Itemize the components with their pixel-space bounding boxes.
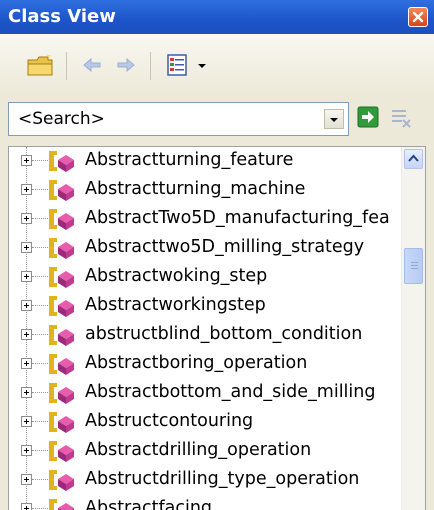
tree-item[interactable]: Abstractturning_machine xyxy=(9,176,401,205)
tree-item-label: Abstracttwo5D_milling_strategy xyxy=(85,237,365,257)
namespace-icon xyxy=(49,470,74,491)
clear-search-button[interactable] xyxy=(389,106,413,130)
tree-item[interactable]: Abstractboring_operation xyxy=(9,350,401,379)
expand-icon[interactable] xyxy=(21,358,32,369)
tree-item-label: Abstractturning_machine xyxy=(85,179,306,199)
tree-item-label: Abstractboring_operation xyxy=(85,353,308,373)
expand-icon[interactable] xyxy=(21,300,32,311)
tree-connector xyxy=(32,160,48,161)
namespace-icon xyxy=(49,499,74,510)
tree-connector xyxy=(32,189,48,190)
tree-connector xyxy=(32,247,48,248)
tree-connector xyxy=(32,305,48,306)
tree-item-label: Abstractfacing xyxy=(85,498,213,510)
grip-line xyxy=(411,265,418,266)
namespace-icon xyxy=(49,354,74,375)
expand-icon[interactable] xyxy=(21,474,32,485)
toolbar xyxy=(0,34,434,96)
tree-connector xyxy=(32,363,48,364)
expand-icon[interactable] xyxy=(21,416,32,427)
tree-connector xyxy=(32,334,48,335)
clear-search-icon xyxy=(392,110,411,128)
dropdown-arrow-icon xyxy=(198,64,206,68)
search-input[interactable]: <Search> xyxy=(8,102,349,136)
expand-icon[interactable] xyxy=(21,242,32,253)
tree-item[interactable]: Abstracttwo5D_milling_strategy xyxy=(9,234,401,263)
expand-icon[interactable] xyxy=(21,271,32,282)
tree-item-label: AbstractTwo5D_manufacturing_fea xyxy=(85,208,390,228)
class-view-settings-icon xyxy=(167,54,187,76)
tree-item[interactable]: Abstractdrilling_operation xyxy=(9,437,401,466)
expand-icon[interactable] xyxy=(21,184,32,195)
tree-item-label: Abstractwoking_step xyxy=(85,266,268,286)
tree-item-label: Abstractdrilling_operation xyxy=(85,440,312,460)
grip-line xyxy=(411,268,418,269)
expand-icon[interactable] xyxy=(21,329,32,340)
tree-item[interactable]: Abstractworkingstep xyxy=(9,292,401,321)
expand-icon[interactable] xyxy=(21,155,32,166)
go-arrow-icon xyxy=(357,106,379,128)
tree-connector xyxy=(32,392,48,393)
chevron-up-icon xyxy=(408,154,419,162)
back-arrow-icon xyxy=(83,57,101,73)
class-view-settings-button[interactable] xyxy=(164,52,210,80)
namespace-icon xyxy=(49,412,74,433)
namespace-icon xyxy=(49,180,74,201)
expand-icon[interactable] xyxy=(21,503,32,510)
search-dropdown-button[interactable] xyxy=(324,109,344,129)
namespace-icon xyxy=(49,238,74,259)
expand-icon[interactable] xyxy=(21,387,32,398)
tree-item-label: abstructblind_bottom_condition xyxy=(85,324,363,344)
window-title: Class View xyxy=(8,6,116,27)
tree-item[interactable]: Abstractbottom_and_side_milling xyxy=(9,379,401,408)
new-folder-button[interactable] xyxy=(26,52,56,80)
chevron-down-icon xyxy=(330,118,338,122)
tree-connector xyxy=(32,450,48,451)
tree-item[interactable]: Abstructdrilling_type_operation xyxy=(9,466,401,495)
title-bar: Class View xyxy=(0,0,434,34)
tree-connector xyxy=(32,218,48,219)
expand-icon[interactable] xyxy=(21,213,32,224)
toolbar-separator xyxy=(150,52,151,80)
tree-item[interactable]: AbstractTwo5D_manufacturing_fea xyxy=(9,205,401,234)
search-go-button[interactable] xyxy=(357,106,379,128)
tree-item[interactable]: Abstractfacing xyxy=(9,495,401,510)
tree-item[interactable]: Abstractwoking_step xyxy=(9,263,401,292)
namespace-icon xyxy=(49,383,74,404)
tree-item-label: Abstructdrilling_type_operation xyxy=(85,469,360,489)
toolbar-separator xyxy=(66,52,67,80)
scroll-up-button[interactable] xyxy=(404,149,423,169)
tree-connector xyxy=(32,479,48,480)
grip-line xyxy=(411,262,418,263)
class-tree[interactable]: Abstractturning_feature Abstractturning_… xyxy=(8,146,426,510)
forward-arrow-icon xyxy=(117,57,135,73)
namespace-icon xyxy=(49,209,74,230)
search-input-value: <Search> xyxy=(18,109,105,129)
expand-icon[interactable] xyxy=(21,445,32,456)
scrollbar-thumb[interactable] xyxy=(404,248,423,284)
namespace-icon xyxy=(49,296,74,317)
search-bar: <Search> xyxy=(0,96,434,146)
tree-item-label: Abstructcontouring xyxy=(85,411,254,431)
back-button[interactable] xyxy=(80,52,104,80)
tree-item[interactable]: Abstructcontouring xyxy=(9,408,401,437)
tree-item-label: Abstractbottom_and_side_milling xyxy=(85,382,376,402)
close-icon xyxy=(412,11,424,23)
namespace-icon xyxy=(49,325,74,346)
namespace-icon xyxy=(49,151,74,172)
namespace-icon xyxy=(49,441,74,462)
tree-item[interactable]: abstructblind_bottom_condition xyxy=(9,321,401,350)
tree-item[interactable]: Abstractturning_feature xyxy=(9,147,401,176)
tree-connector xyxy=(32,508,48,509)
tree-connector xyxy=(32,421,48,422)
tree-item-label: Abstractturning_feature xyxy=(85,150,294,170)
tree-item-label: Abstractworkingstep xyxy=(85,295,266,315)
folder-icon xyxy=(27,54,53,76)
forward-button[interactable] xyxy=(114,52,138,80)
namespace-icon xyxy=(49,267,74,288)
close-button[interactable] xyxy=(408,7,428,27)
vertical-scrollbar[interactable] xyxy=(401,147,425,510)
tree-connector xyxy=(32,276,48,277)
